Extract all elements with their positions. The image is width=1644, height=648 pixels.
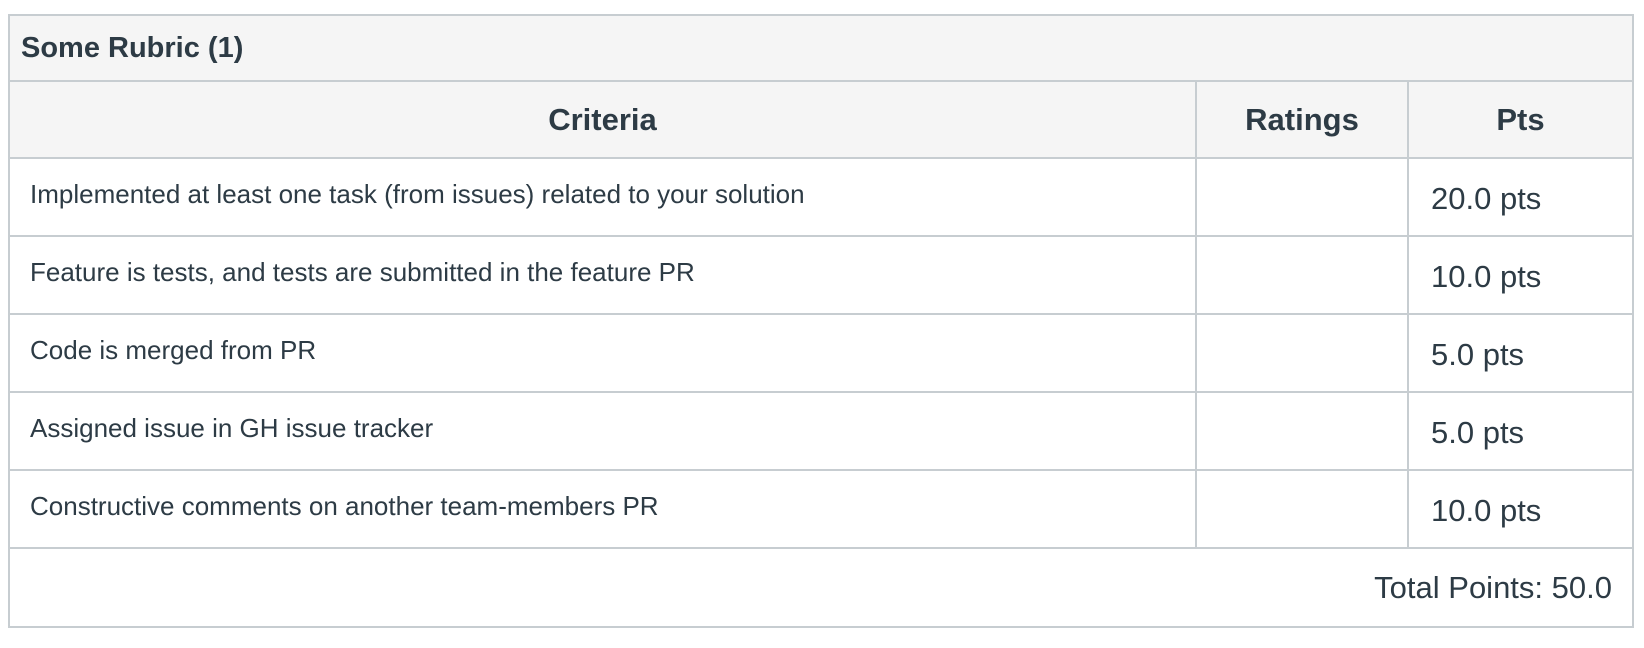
criterion-row: Implemented at least one task (from issu…	[10, 158, 1632, 237]
total-row: Total Points: 50.0	[10, 548, 1632, 626]
pts-column-header: Pts	[1408, 82, 1632, 159]
criterion-points: 10.0 pts	[1431, 493, 1542, 528]
criterion-points: 5.0 pts	[1431, 415, 1525, 450]
criterion-description: Implemented at least one task (from issu…	[30, 179, 805, 209]
rubric-table: Criteria Ratings Pts Implemented at leas…	[10, 82, 1632, 626]
points-cell: 10.0 pts	[1408, 470, 1632, 549]
criterion-row: Feature is tests, and tests are submitte…	[10, 236, 1632, 315]
criterion-cell: Assigned issue in GH issue tracker	[10, 392, 1197, 471]
criterion-description: Constructive comments on another team-me…	[30, 491, 659, 521]
criterion-points: 10.0 pts	[1431, 259, 1542, 294]
criterion-cell: Implemented at least one task (from issu…	[10, 158, 1197, 237]
criteria-column-header: Criteria	[10, 82, 1197, 159]
points-cell: 5.0 pts	[1408, 392, 1632, 471]
ratings-cell	[1196, 158, 1409, 237]
ratings-cell	[1196, 236, 1409, 315]
points-cell: 20.0 pts	[1408, 158, 1632, 237]
criterion-description: Feature is tests, and tests are submitte…	[30, 257, 695, 287]
criterion-row: Assigned issue in GH issue tracker 5.0 p…	[10, 392, 1632, 471]
ratings-cell	[1196, 314, 1409, 393]
criterion-points: 5.0 pts	[1431, 337, 1525, 372]
ratings-cell	[1196, 470, 1409, 549]
points-cell: 5.0 pts	[1408, 314, 1632, 393]
ratings-cell	[1196, 392, 1409, 471]
header-row: Criteria Ratings Pts	[10, 82, 1632, 159]
points-cell: 10.0 pts	[1408, 236, 1632, 315]
criterion-description: Assigned issue in GH issue tracker	[30, 413, 434, 443]
criterion-cell: Code is merged from PR	[10, 314, 1197, 393]
criterion-row: Constructive comments on another team-me…	[10, 470, 1632, 549]
rubric-panel: Some Rubric (1) Criteria Ratings Pts Imp…	[8, 14, 1634, 628]
rubric-title: Some Rubric (1)	[10, 16, 1632, 82]
criterion-description: Code is merged from PR	[30, 335, 317, 365]
criterion-cell: Constructive comments on another team-me…	[10, 470, 1197, 549]
ratings-column-header: Ratings	[1196, 82, 1409, 159]
criterion-points: 20.0 pts	[1431, 181, 1542, 216]
total-points: Total Points: 50.0	[1374, 569, 1612, 605]
criterion-row: Code is merged from PR 5.0 pts	[10, 314, 1632, 393]
criterion-cell: Feature is tests, and tests are submitte…	[10, 236, 1197, 315]
